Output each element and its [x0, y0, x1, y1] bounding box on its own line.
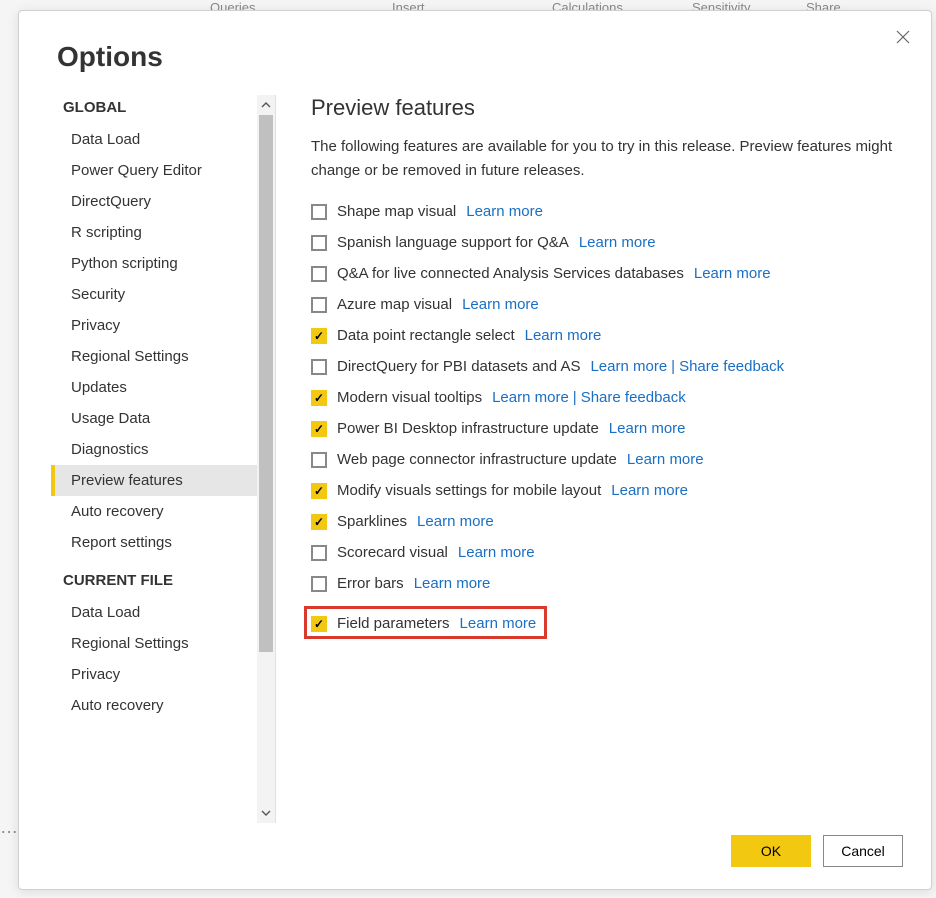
- feature-checkbox[interactable]: [311, 514, 327, 530]
- feature-label: Spanish language support for Q&A: [337, 234, 569, 251]
- feature-label: Power BI Desktop infrastructure update: [337, 420, 599, 437]
- feature-label: Field parameters: [337, 615, 450, 632]
- options-dialog: Options GLOBALData LoadPower Query Edito…: [18, 10, 932, 890]
- feature-row: Data point rectangle select Learn more: [311, 327, 901, 344]
- feature-checkbox[interactable]: [311, 297, 327, 313]
- feature-label: Azure map visual: [337, 296, 452, 313]
- close-button[interactable]: [891, 25, 915, 49]
- nav-item[interactable]: Power Query Editor: [51, 155, 257, 186]
- dialog-title: Options: [19, 11, 931, 73]
- feature-checkbox[interactable]: [311, 328, 327, 344]
- nav-item[interactable]: Privacy: [51, 659, 257, 690]
- nav-item[interactable]: Python scripting: [51, 248, 257, 279]
- feature-row: Modify visuals settings for mobile layou…: [311, 482, 901, 499]
- nav-item[interactable]: R scripting: [51, 217, 257, 248]
- separator: |: [573, 389, 577, 406]
- feature-row: Error bars Learn more: [311, 575, 901, 592]
- cancel-button[interactable]: Cancel: [823, 835, 903, 867]
- nav-item[interactable]: Report settings: [51, 527, 257, 558]
- feature-checkbox[interactable]: [311, 204, 327, 220]
- feature-checkbox[interactable]: [311, 421, 327, 437]
- learn-more-link[interactable]: Learn more: [609, 420, 686, 437]
- feature-row: Shape map visual Learn more: [311, 203, 901, 220]
- nav-item[interactable]: Data Load: [51, 597, 257, 628]
- nav-item[interactable]: Regional Settings: [51, 628, 257, 659]
- feature-label: Shape map visual: [337, 203, 456, 220]
- dialog-body: GLOBALData LoadPower Query EditorDirectQ…: [19, 73, 931, 823]
- current-file-header: CURRENT FILE: [51, 558, 257, 597]
- learn-more-link[interactable]: Learn more: [466, 203, 543, 220]
- ok-button[interactable]: OK: [731, 835, 811, 867]
- share-feedback-link[interactable]: Share feedback: [581, 389, 686, 406]
- feature-checkbox[interactable]: [311, 235, 327, 251]
- learn-more-link[interactable]: Learn more: [525, 327, 602, 344]
- feature-row: Modern visual tooltips Learn more|Share f…: [311, 389, 901, 406]
- left-dots: …: [0, 817, 18, 838]
- feature-row: Field parameters Learn more: [304, 606, 547, 639]
- sidebar-wrapper: GLOBALData LoadPower Query EditorDirectQ…: [51, 95, 276, 823]
- feature-label: Modern visual tooltips: [337, 389, 482, 406]
- nav-item[interactable]: Regional Settings: [51, 341, 257, 372]
- learn-more-link[interactable]: Learn more: [462, 296, 539, 313]
- feature-row: Web page connector infrastructure update…: [311, 451, 901, 468]
- feature-checkbox[interactable]: [311, 359, 327, 375]
- feature-label: Q&A for live connected Analysis Services…: [337, 265, 684, 282]
- scroll-down-icon[interactable]: [257, 803, 275, 823]
- feature-label: Sparklines: [337, 513, 407, 530]
- features-list: Shape map visualLearn moreSpanish langua…: [311, 203, 901, 649]
- close-icon: [896, 30, 910, 44]
- nav-item[interactable]: Diagnostics: [51, 434, 257, 465]
- feature-label: DirectQuery for PBI datasets and AS: [337, 358, 580, 375]
- feature-row: Azure map visual Learn more: [311, 296, 901, 313]
- feature-label: Error bars: [337, 575, 404, 592]
- share-feedback-link[interactable]: Share feedback: [679, 358, 784, 375]
- feature-row: Power BI Desktop infrastructure update Le…: [311, 420, 901, 437]
- nav-item[interactable]: Data Load: [51, 124, 257, 155]
- feature-checkbox[interactable]: [311, 390, 327, 406]
- separator: |: [671, 358, 675, 375]
- nav-item[interactable]: Security: [51, 279, 257, 310]
- nav-item[interactable]: Privacy: [51, 310, 257, 341]
- scrollbar-thumb[interactable]: [259, 115, 273, 652]
- sidebar: GLOBALData LoadPower Query EditorDirectQ…: [51, 95, 257, 823]
- nav-item[interactable]: Usage Data: [51, 403, 257, 434]
- content-panel: Preview features The following features …: [276, 95, 931, 823]
- nav-item[interactable]: Preview features: [51, 465, 257, 496]
- content-title: Preview features: [311, 95, 901, 121]
- learn-more-link[interactable]: Learn more: [460, 615, 537, 632]
- feature-checkbox[interactable]: [311, 483, 327, 499]
- feature-label: Data point rectangle select: [337, 327, 515, 344]
- feature-label: Scorecard visual: [337, 544, 448, 561]
- scroll-up-icon[interactable]: [257, 95, 275, 115]
- learn-more-link[interactable]: Learn more: [417, 513, 494, 530]
- feature-label: Web page connector infrastructure update: [337, 451, 617, 468]
- dialog-footer: OK Cancel: [19, 823, 931, 889]
- scrollbar[interactable]: [257, 95, 275, 823]
- learn-more-link[interactable]: Learn more: [590, 358, 667, 375]
- learn-more-link[interactable]: Learn more: [694, 265, 771, 282]
- feature-row: Sparklines Learn more: [311, 513, 901, 530]
- nav-item[interactable]: Auto recovery: [51, 496, 257, 527]
- feature-row: Q&A for live connected Analysis Services…: [311, 265, 901, 282]
- feature-checkbox[interactable]: [311, 266, 327, 282]
- learn-more-link[interactable]: Learn more: [611, 482, 688, 499]
- feature-checkbox[interactable]: [311, 576, 327, 592]
- global-header: GLOBAL: [51, 95, 257, 124]
- feature-checkbox[interactable]: [311, 545, 327, 561]
- learn-more-link[interactable]: Learn more: [627, 451, 704, 468]
- feature-row: DirectQuery for PBI datasets and AS Learn…: [311, 358, 901, 375]
- content-description: The following features are available for…: [311, 135, 901, 183]
- learn-more-link[interactable]: Learn more: [579, 234, 656, 251]
- feature-row: Spanish language support for Q&A Learn mo…: [311, 234, 901, 251]
- nav-item[interactable]: Auto recovery: [51, 690, 257, 721]
- nav-item[interactable]: Updates: [51, 372, 257, 403]
- learn-more-link[interactable]: Learn more: [414, 575, 491, 592]
- feature-row: Scorecard visual Learn more: [311, 544, 901, 561]
- feature-checkbox[interactable]: [311, 616, 327, 632]
- nav-item[interactable]: DirectQuery: [51, 186, 257, 217]
- learn-more-link[interactable]: Learn more: [492, 389, 569, 406]
- learn-more-link[interactable]: Learn more: [458, 544, 535, 561]
- feature-label: Modify visuals settings for mobile layou…: [337, 482, 601, 499]
- feature-checkbox[interactable]: [311, 452, 327, 468]
